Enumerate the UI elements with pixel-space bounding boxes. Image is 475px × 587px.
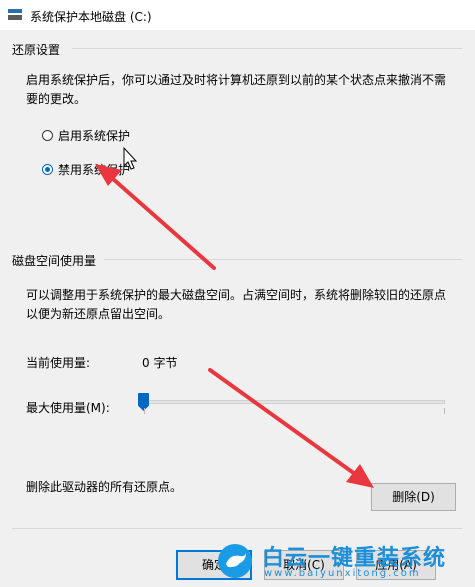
red-arrow-icon [208,368,374,488]
bird-logo-icon [218,544,252,578]
watermark-url: www.baiyunxitong.com [264,568,421,579]
annotation-overlay [95,146,374,488]
mouse-cursor-icon [123,146,138,170]
red-arrow-icon [95,164,216,270]
watermark: 白云一键重装系统 www.baiyunxitong.com [214,540,469,585]
